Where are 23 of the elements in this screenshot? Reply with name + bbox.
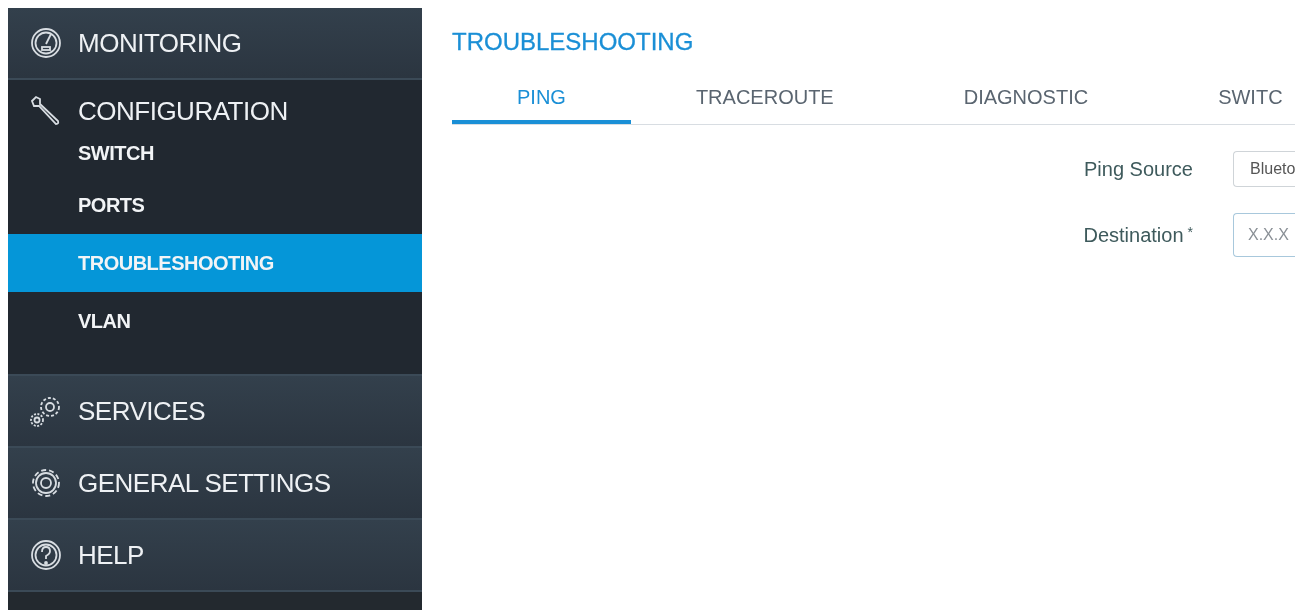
- sidebar-item[interactable]: SERVICES: [8, 376, 422, 446]
- field-label: Ping Source: [1084, 157, 1193, 181]
- tab[interactable]: DIAGNOSTIC: [898, 86, 1154, 124]
- gear-icon: [32, 469, 60, 497]
- gears-icon: [30, 397, 60, 427]
- field-label: Destination: [1083, 223, 1184, 247]
- sidebar-item[interactable]: MONITORING: [8, 8, 422, 78]
- wrench-icon: [31, 96, 60, 125]
- sidebar-item[interactable]: HELP: [8, 520, 422, 590]
- sidebar-item[interactable]: GENERAL SETTINGS: [8, 448, 422, 518]
- tab[interactable]: PING: [452, 86, 631, 124]
- tab[interactable]: TRACEROUTE: [630, 86, 899, 124]
- gauge-icon: [31, 28, 61, 58]
- help-icon: [31, 540, 61, 570]
- sidebar-item[interactable]: CONFIGURATION: [8, 80, 422, 142]
- required-mark: *: [1187, 223, 1193, 240]
- source-dropdown[interactable]: Blueto: [1233, 151, 1295, 187]
- page-title: TROUBLESHOOTING: [452, 28, 695, 56]
- sidebar-subitem[interactable]: VLAN: [8, 292, 422, 350]
- tab[interactable]: SWITC: [1153, 86, 1283, 124]
- sidebar-subitem[interactable]: SWITCH: [8, 142, 422, 176]
- destination-field[interactable]: X.X.X: [1233, 213, 1295, 257]
- sidebar-subitem[interactable]: PORTS: [8, 176, 422, 234]
